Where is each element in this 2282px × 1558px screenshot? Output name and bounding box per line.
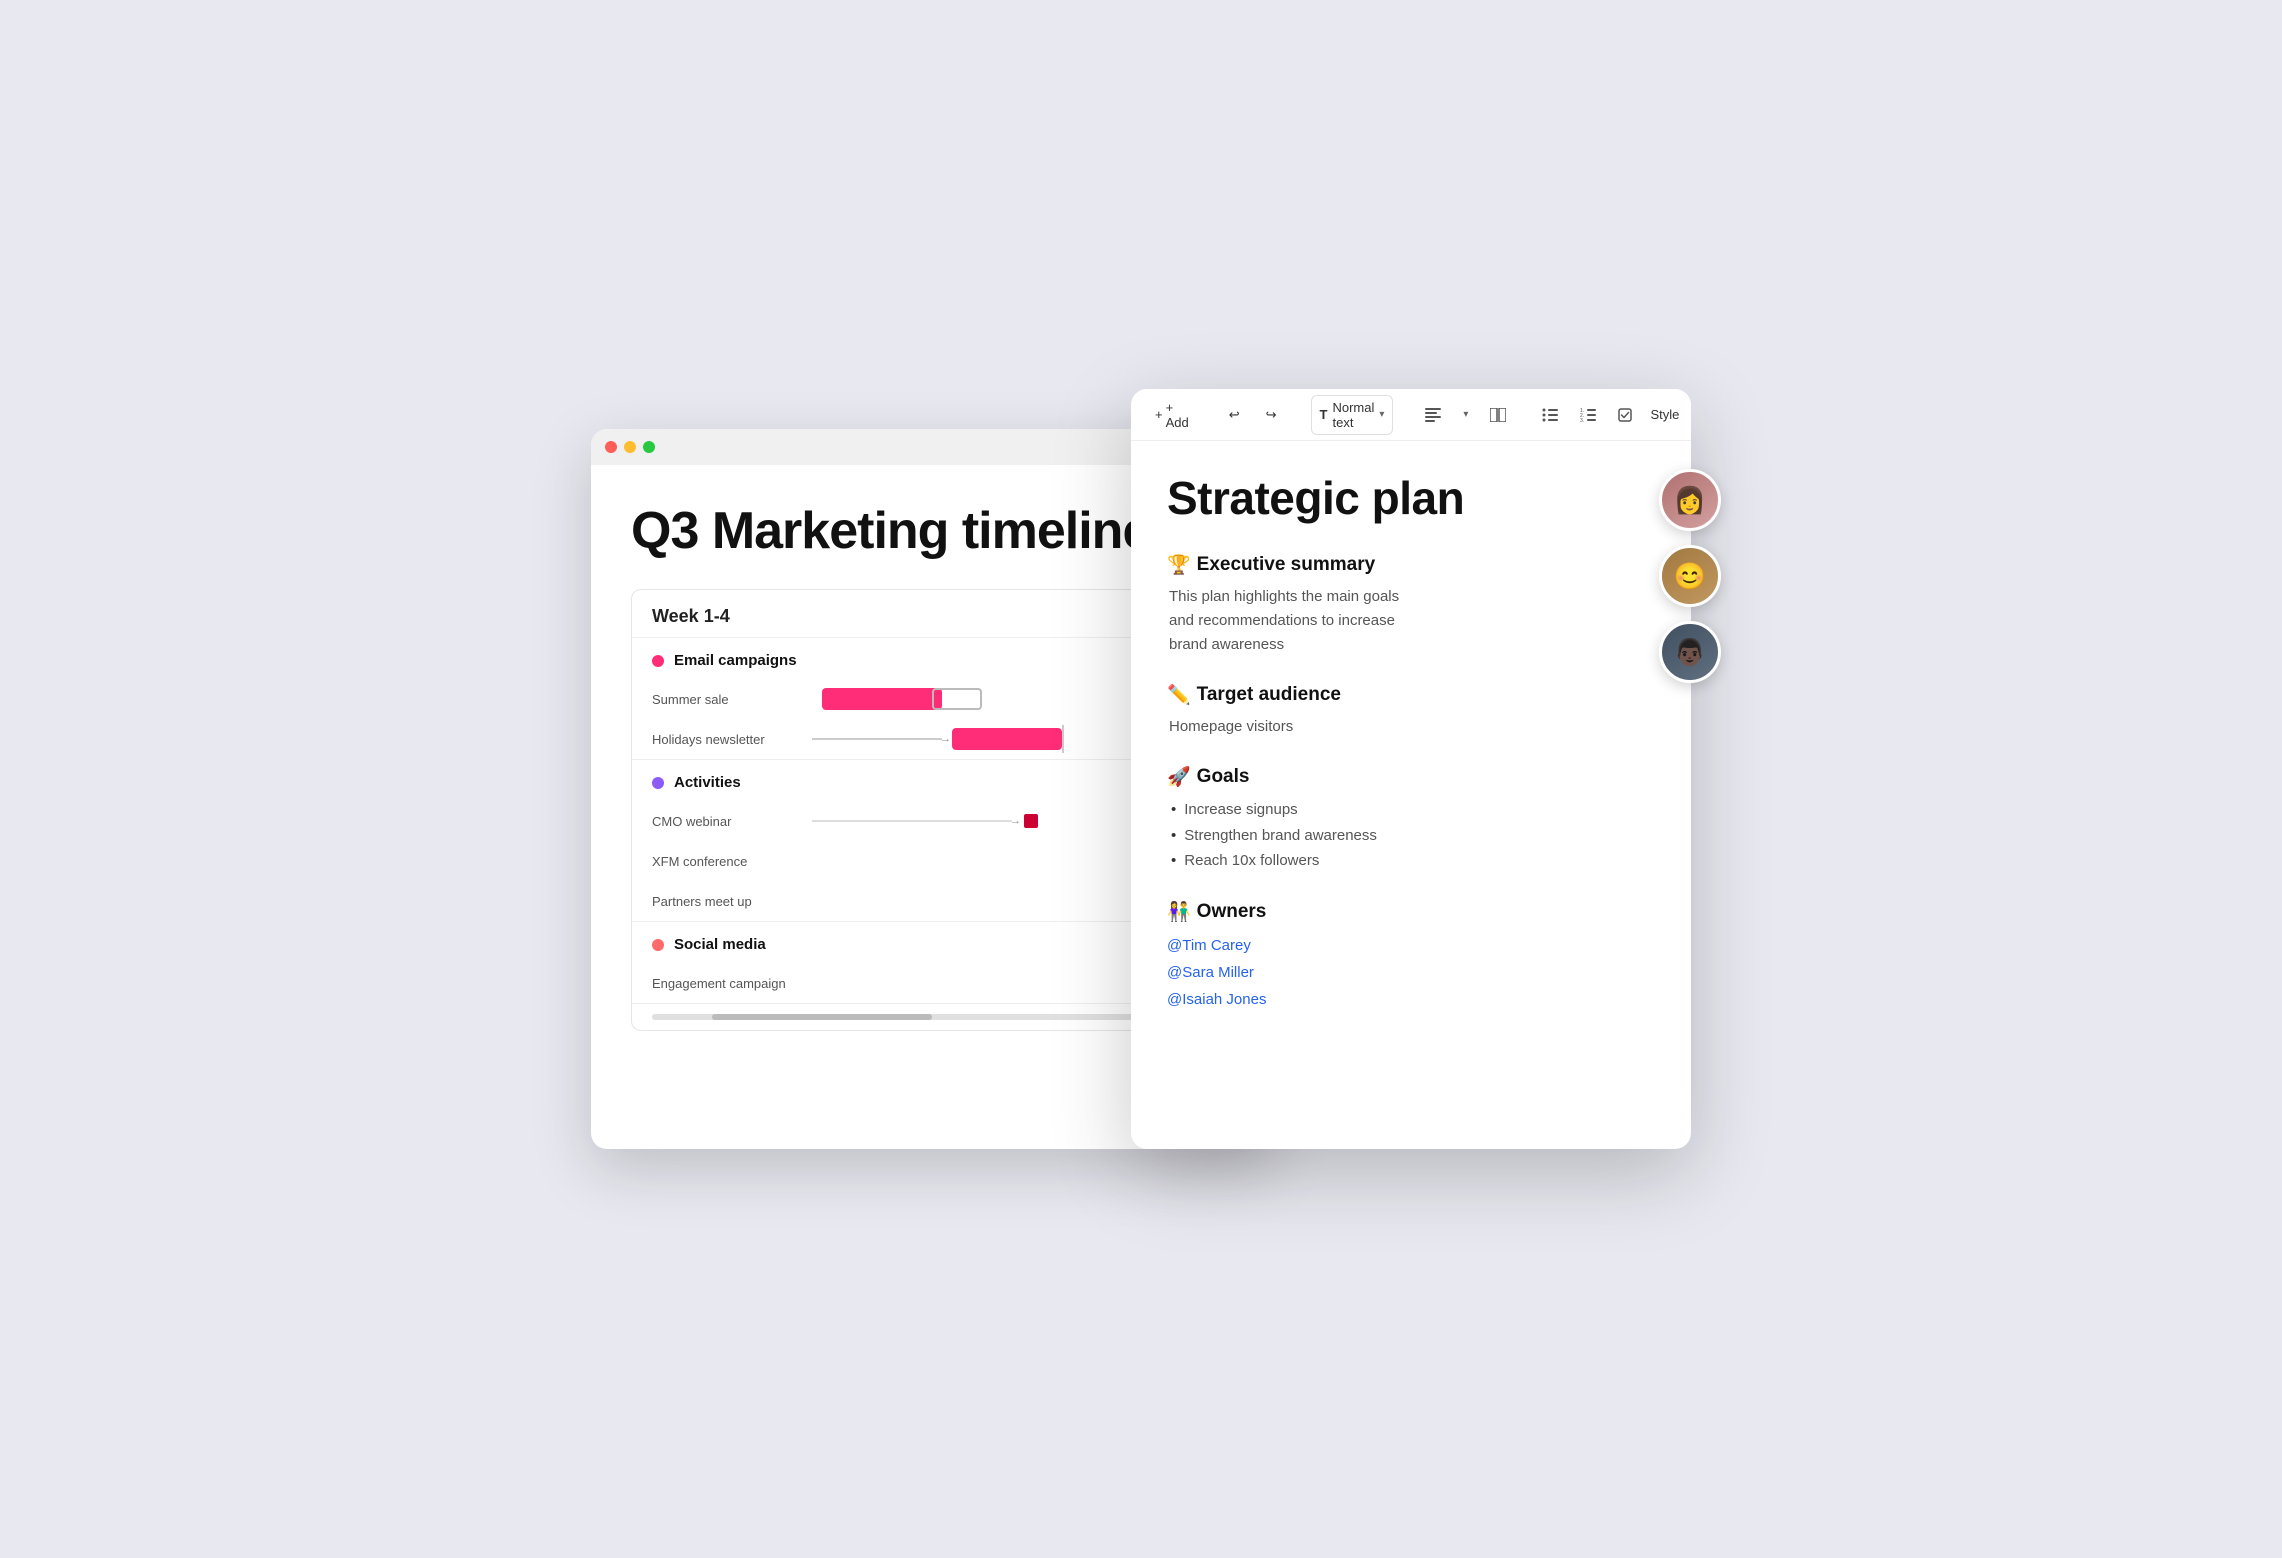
- isaiah-jones-avatar: 👨🏿: [1662, 624, 1718, 680]
- cmo-marker: [1024, 814, 1038, 828]
- text-type-selector[interactable]: T Normal text ▾: [1311, 395, 1394, 435]
- checkbox-icon[interactable]: [1614, 404, 1636, 426]
- owners-heading: Owners: [1197, 901, 1267, 923]
- goal-1-text: Increase signups: [1184, 797, 1297, 823]
- xfm-label: XFM conference: [652, 854, 812, 869]
- bullet-list-icon[interactable]: [1538, 404, 1562, 426]
- scrollbar-track[interactable]: [652, 1014, 1210, 1020]
- goal-2-text: Strengthen brand awareness: [1184, 823, 1377, 849]
- add-icon: +: [1155, 407, 1163, 422]
- maximize-dot[interactable]: [643, 441, 655, 453]
- partners-label: Partners meet up: [652, 894, 812, 909]
- activities-label: Activities: [674, 774, 741, 791]
- section-owners: 👫 Owners @Tim Carey @Sara Miller @Isaiah…: [1167, 900, 1655, 1013]
- doc-title: Strategic plan: [1167, 471, 1655, 525]
- email-campaigns-label: Email campaigns: [674, 652, 797, 669]
- engagement-label: Engagement campaign: [652, 976, 812, 991]
- holidays-dash-line: [812, 738, 942, 740]
- tim-carey-avatar: 😊: [1662, 548, 1718, 604]
- avatar-tim-carey[interactable]: 😊: [1659, 545, 1721, 607]
- minimize-dot[interactable]: [624, 441, 636, 453]
- goal-item-2: Strengthen brand awareness: [1171, 823, 1655, 849]
- mention-isaiah-jones[interactable]: @Isaiah Jones: [1167, 986, 1655, 1013]
- svg-text:3.: 3.: [1580, 418, 1584, 422]
- social-dot: [652, 939, 664, 951]
- summer-sale-outline-bar: [932, 688, 982, 710]
- undo-icon: ↩: [1229, 407, 1240, 423]
- strategic-plan-window: + + Add ↩ ↪ T Normal text ▾: [1131, 389, 1691, 1149]
- text-type-label: Normal text: [1332, 400, 1374, 430]
- goals-title: 🚀 Goals: [1167, 765, 1655, 789]
- add-label: + Add: [1166, 400, 1189, 430]
- mention-tim-carey[interactable]: @Tim Carey: [1167, 932, 1655, 959]
- goal-3-text: Reach 10x followers: [1184, 848, 1319, 874]
- executive-summary-title: 🏆 Executive summary: [1167, 553, 1655, 577]
- avatar-isaiah-jones[interactable]: 👨🏿: [1659, 621, 1721, 683]
- align-chevron[interactable]: ▾: [1459, 405, 1472, 424]
- toolbar: + + Add ↩ ↪ T Normal text ▾: [1131, 389, 1691, 441]
- cmo-webinar-label: CMO webinar: [652, 814, 812, 829]
- owners-mentions: @Tim Carey @Sara Miller @Isaiah Jones: [1167, 932, 1655, 1013]
- close-dot[interactable]: [605, 441, 617, 453]
- executive-icon: 🏆: [1167, 553, 1191, 577]
- scene: Q3 Marketing timeline Week 1-4 Email cam…: [591, 389, 1691, 1169]
- goals-heading: Goals: [1197, 766, 1250, 788]
- section-executive-summary: 🏆 Executive summary This plan highlights…: [1167, 553, 1655, 657]
- goals-icon: 🚀: [1167, 765, 1191, 789]
- target-icon: ✏️: [1167, 683, 1191, 707]
- goal-item-1: Increase signups: [1171, 797, 1655, 823]
- holidays-bar: [952, 728, 1062, 750]
- mention-sara-miller[interactable]: @Sara Miller: [1167, 959, 1655, 986]
- style-button[interactable]: Style: [1650, 407, 1679, 422]
- owners-title: 👫 Owners: [1167, 900, 1655, 924]
- summer-sale-bar: [822, 688, 942, 710]
- avatar-stack: 👩 😊 👨🏿: [1659, 469, 1721, 683]
- holidays-arrow: →: [940, 733, 951, 745]
- cmo-arrow: →: [1010, 815, 1021, 827]
- activities-dot: [652, 777, 664, 789]
- cmo-line: [812, 820, 1012, 822]
- holidays-connector: [1062, 725, 1064, 753]
- style-label: Style: [1650, 407, 1679, 422]
- social-label: Social media: [674, 936, 766, 953]
- executive-heading: Executive summary: [1197, 554, 1376, 576]
- text-type-icon: T: [1320, 407, 1328, 422]
- executive-body: This plan highlights the main goalsand r…: [1167, 585, 1655, 657]
- target-audience-title: ✏️ Target audience: [1167, 683, 1655, 707]
- scrollbar-thumb[interactable]: [712, 1014, 932, 1020]
- goals-list: Increase signups Strengthen brand awaren…: [1167, 797, 1655, 874]
- email-campaigns-dot: [652, 655, 664, 667]
- section-target-audience: ✏️ Target audience Homepage visitors: [1167, 683, 1655, 739]
- redo-button[interactable]: ↪: [1260, 403, 1283, 427]
- doc-content: Strategic plan 🏆 Executive summary This …: [1131, 441, 1691, 1149]
- holidays-newsletter-label: Holidays newsletter: [652, 732, 812, 747]
- summer-sale-label: Summer sale: [652, 692, 812, 707]
- target-body: Homepage visitors: [1167, 715, 1655, 739]
- text-type-chevron: ▾: [1379, 409, 1384, 420]
- add-button[interactable]: + + Add: [1149, 396, 1195, 434]
- sara-miller-avatar: 👩: [1662, 472, 1718, 528]
- owners-icon: 👫: [1167, 900, 1191, 924]
- align-icon[interactable]: [1421, 404, 1445, 426]
- target-heading: Target audience: [1197, 684, 1341, 706]
- redo-icon: ↪: [1266, 407, 1277, 423]
- week-label: Week 1-4: [652, 606, 730, 626]
- undo-button[interactable]: ↩: [1223, 403, 1246, 427]
- goal-item-3: Reach 10x followers: [1171, 848, 1655, 874]
- section-goals: 🚀 Goals Increase signups Strengthen bran…: [1167, 765, 1655, 874]
- numbered-list-icon[interactable]: 1. 2. 3.: [1576, 404, 1600, 426]
- layout-icon[interactable]: [1486, 404, 1510, 426]
- avatar-sara-miller[interactable]: 👩: [1659, 469, 1721, 531]
